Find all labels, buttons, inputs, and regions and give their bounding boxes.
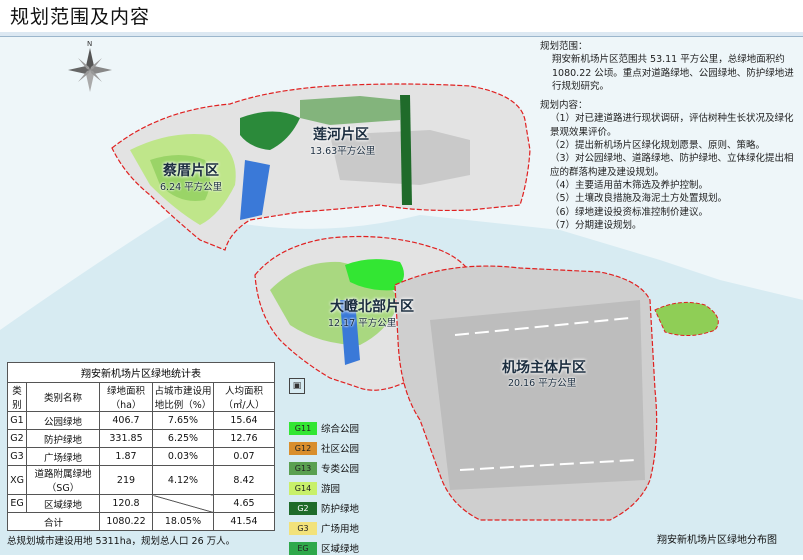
table-cell: 广场绿地 [26, 447, 100, 466]
legend-swatch: G2 [289, 501, 317, 515]
content-item: （2）提出新机场片区绿化规划愿景、原则、策略。 [550, 140, 766, 152]
legend-swatch: G11 [289, 421, 317, 435]
content-item: （1）对已建道路进行现状调研，评估树种生长状况及绿化景观效果评价。 [550, 113, 794, 138]
legend-item: G3 广场用地 [289, 520, 359, 536]
table-footnote: 总规划城市建设用地 5311ha，规划总人口 26 万人。 [7, 536, 236, 547]
district-area-dadeng: 12.17 平方公里 [328, 318, 397, 329]
district-label-dadeng: 大嶝北部片区 [330, 299, 414, 315]
table-cell: 331.85 [99, 429, 153, 448]
content-item: （6）绿地建设投资标准控制价建议。 [550, 206, 709, 218]
lianhe-green [300, 96, 400, 125]
content-heading: 规划内容： [540, 100, 588, 112]
svg-text:N: N [87, 40, 92, 48]
district-label-caicuo: 蔡厝片区 [163, 163, 219, 179]
header-cell: 人均面积（㎡/人） [213, 382, 275, 412]
table-cell: 4.65 [213, 494, 275, 513]
table-cell: 41.54 [213, 512, 275, 531]
table-cell: 公园绿地 [26, 411, 100, 430]
table-title: 翔安新机场片区绿地统计表 [7, 362, 275, 382]
legend-label: 广场用地 [321, 524, 360, 535]
table-cell: 道路附属绿地（SG） [26, 465, 100, 495]
legend-swatch: G13 [289, 461, 317, 475]
table-cell: 1080.22 [99, 512, 153, 531]
green-corridor [400, 95, 412, 205]
table-row: G2 防护绿地 331.85 6.25% 12.76 [7, 429, 275, 448]
planning-description: 规划范围： 翔安新机场片区范围共 53.11 平方公里，总绿地面积约 1080.… [540, 40, 798, 232]
table-cell: 18.05% [152, 512, 214, 531]
legend-label: 区域绿地 [321, 544, 360, 555]
header-cell: 类别名称 [26, 382, 100, 412]
table-row: G3 广场绿地 1.87 0.03% 0.07 [7, 447, 275, 466]
content-item: （7）分期建设规划。 [550, 219, 642, 231]
legend-item: EG 区域绿地 [289, 540, 359, 556]
table-cell: 区域绿地 [26, 494, 100, 513]
district-area-caicuo: 6.24 平方公里 [160, 182, 223, 193]
district-label-airport: 机场主体片区 [502, 360, 586, 376]
table-cell: G2 [7, 429, 27, 448]
header-cell: 占城市建设用地比例（%） [152, 382, 214, 412]
legend-item: G14 游园 [289, 480, 359, 496]
table-cell: EG [7, 494, 27, 513]
legend-label: 防护绿地 [321, 504, 360, 515]
table-cell: 1.87 [99, 447, 153, 466]
table-cell: 4.12% [152, 465, 214, 495]
table-row: G1 公园绿地 406.7 7.65% 15.64 [7, 411, 275, 430]
table-cell: 7.65% [152, 411, 214, 430]
small-island [654, 301, 719, 336]
district-label-lianhe: 莲河片区 [313, 127, 369, 143]
table-cell: G1 [7, 411, 27, 430]
legend-label: 综合公园 [321, 424, 360, 435]
table-row: EG 区域绿地 120.8 4.65 [7, 494, 275, 513]
legend-item: G2 防护绿地 [289, 500, 359, 516]
table-cell: 合计 [7, 512, 100, 531]
table-cell: 8.42 [213, 465, 275, 495]
legend-label: 游园 [321, 484, 341, 495]
table-cell: 0.07 [213, 447, 275, 466]
table-row: XG 道路附属绿地（SG） 219 4.12% 8.42 [7, 465, 275, 495]
scale-icon: ▣ [289, 378, 305, 394]
legend-swatch: G14 [289, 481, 317, 495]
header-cell: 绿地面积（ha） [99, 382, 153, 412]
table-cell-empty [152, 494, 214, 513]
district-area-lianhe: 13.63平方公里 [310, 146, 376, 157]
header-cell: 类别 [7, 382, 27, 412]
table-cell: 219 [99, 465, 153, 495]
legend-item: G11 综合公园 [289, 420, 359, 436]
content-item: （5）土壤改良措施及海泥土方处置规划。 [550, 193, 728, 205]
table-cell: 120.8 [99, 494, 153, 513]
legend-item: G13 专类公园 [289, 460, 359, 476]
scope-heading: 规划范围： [540, 41, 588, 52]
legend-swatch: G3 [289, 521, 317, 535]
legend-label: 专类公园 [321, 464, 360, 475]
table-total-row: 合计 1080.22 18.05% 41.54 [7, 512, 275, 531]
content-item: （3）对公园绿地、道路绿地、防护绿地、立体绿化提出相应的群落构建及建设规划。 [550, 153, 794, 178]
table-cell: G3 [7, 447, 27, 466]
legend-label: 社区公园 [321, 444, 360, 455]
table-cell: 防护绿地 [26, 429, 100, 448]
greenland-stats-table: 翔安新机场片区绿地统计表 类别 类别名称 绿地面积（ha） 占城市建设用地比例（… [7, 362, 275, 531]
scope-text: 翔安新机场片区范围共 53.11 平方公里，总绿地面积约 1080.22 公顷。… [552, 54, 794, 92]
table-header-row: 类别 类别名称 绿地面积（ha） 占城市建设用地比例（%） 人均面积（㎡/人） [7, 382, 275, 412]
map-legend: G11 综合公园 G12 社区公园 G13 专类公园 G14 游园 G2 防护绿地 G3 广… [289, 420, 359, 560]
table-cell: XG [7, 465, 27, 495]
content-item: （4）主要适用苗木筛选及养护控制。 [550, 179, 709, 191]
table-cell: 15.64 [213, 411, 275, 430]
table-cell: 0.03% [152, 447, 214, 466]
legend-swatch: G12 [289, 441, 317, 455]
table-cell: 12.76 [213, 429, 275, 448]
content-list: （1）对已建道路进行现状调研，评估树种生长状况及绿化景观效果评价。 （2）提出新… [540, 112, 798, 232]
map-caption: 翔安新机场片区绿地分布图 [657, 535, 777, 546]
district-area-airport: 20.16 平方公里 [508, 378, 577, 389]
table-cell: 6.25% [152, 429, 214, 448]
legend-swatch: EG [289, 541, 317, 555]
legend-item: G12 社区公园 [289, 440, 359, 456]
table-cell: 406.7 [99, 411, 153, 430]
